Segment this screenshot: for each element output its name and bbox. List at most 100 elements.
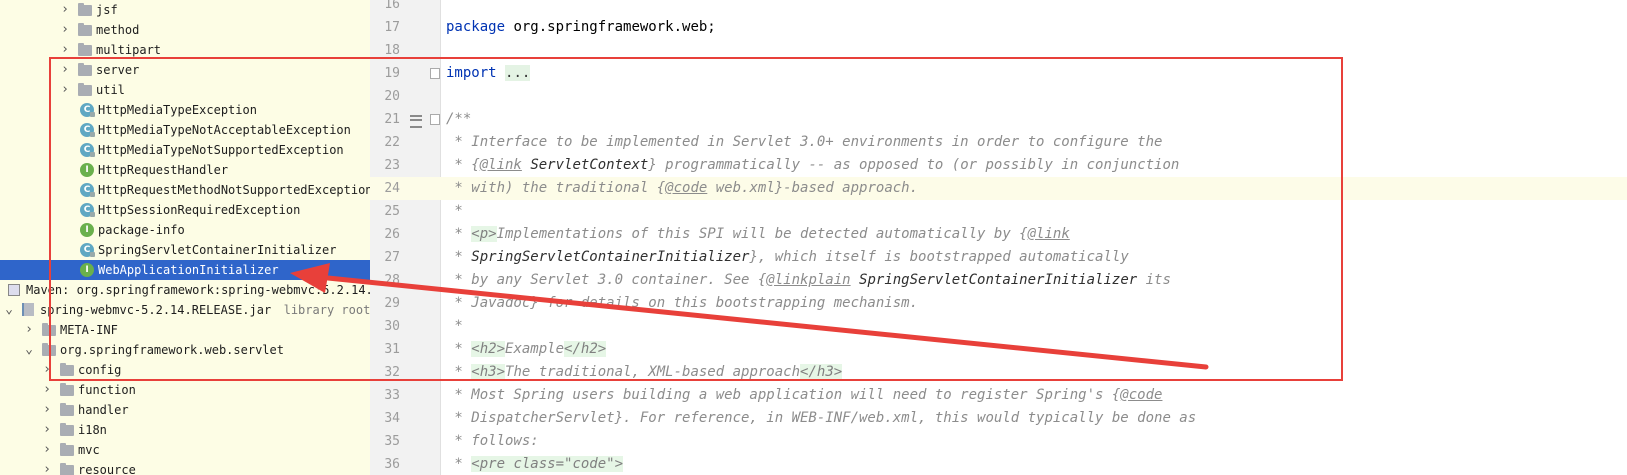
tree-item-webapplicationinitializer[interactable]: I WebApplicationInitializer [0, 260, 370, 280]
tree-item-handler[interactable]: › handler [0, 400, 370, 420]
folder-icon [42, 323, 56, 336]
chevron-down-icon[interactable]: ⌄ [24, 340, 34, 360]
code-line[interactable]: 23 * {@link ServletContext} programmatic… [370, 154, 1627, 177]
tree-item-i18n[interactable]: › i18n [0, 420, 370, 440]
chevron-right-icon[interactable]: › [42, 460, 52, 475]
tree-item-resource[interactable]: › resource [0, 460, 370, 475]
line-number: 24 [384, 181, 400, 196]
tree-item-mvc[interactable]: › mvc [0, 440, 370, 460]
chevron-right-icon[interactable]: › [42, 400, 52, 420]
code-token-comment: * [446, 226, 472, 242]
tree-item-config[interactable]: › config [0, 360, 370, 380]
code-token-comment: * follows: [446, 433, 539, 449]
chevron-down-icon[interactable]: ⌄ [4, 300, 14, 320]
code-token-comment: * Javadoc} for details on this bootstrap… [446, 295, 919, 311]
code-editor[interactable]: 16 17 package org.springframework.web; 18 19… [370, 0, 1627, 475]
folder-icon [60, 363, 74, 376]
line-number: 16 [384, 0, 400, 12]
chevron-right-icon[interactable]: › [42, 360, 52, 380]
line-number: 21 [384, 112, 400, 127]
code-line[interactable]: 18 [370, 39, 1627, 62]
code-text: * with) the traditional {@code web.xml}-… [446, 177, 918, 200]
tree-item-label: Maven: org.springframework:spring-webmvc… [26, 283, 370, 297]
jar-icon [22, 303, 34, 316]
rendered-doc-toggle-icon[interactable] [410, 115, 422, 128]
tree-item-label: jsf [96, 3, 118, 17]
code-token-tag: </h2> [564, 341, 607, 357]
code-token-plain: org.springframework.web; [505, 19, 716, 35]
code-token-comment: * [446, 456, 472, 472]
tree-item-springservletcontainerinitializer[interactable]: C SpringServletContainerInitializer [0, 240, 370, 260]
chevron-right-icon[interactable]: › [60, 40, 70, 60]
tree-item-label: HttpSessionRequiredException [98, 203, 301, 217]
code-line[interactable]: 35 * follows: [370, 430, 1627, 453]
tree-item-label: WebApplicationInitializer [98, 263, 279, 277]
code-token-fold[interactable]: ... [505, 65, 531, 81]
code-line[interactable]: 22 * Interface to be implemented in Serv… [370, 131, 1627, 154]
code-token-comment: * with) the traditional { [446, 180, 666, 196]
tree-item-httprequestmethodnotsupportedexception[interactable]: C HttpRequestMethodNotSupportedException [0, 180, 370, 200]
tree-item-maven-org-springframework-spring-webmvc-5-2-14-release[interactable]: Maven: org.springframework:spring-webmvc… [0, 280, 370, 300]
line-number: 18 [384, 43, 400, 58]
code-line[interactable]: 28 * by any Servlet 3.0 container. See {… [370, 269, 1627, 292]
code-token-comment: * by any Servlet 3.0 container. See { [446, 272, 767, 288]
code-line[interactable]: 24 * with) the traditional {@code web.xm… [370, 177, 1627, 200]
class-icon: C [80, 103, 95, 117]
tree-item-multipart[interactable]: › multipart [0, 40, 370, 60]
tree-item-label: HttpRequestHandler [98, 163, 229, 177]
chevron-right-icon[interactable]: › [42, 420, 52, 440]
tree-item-function[interactable]: › function [0, 380, 370, 400]
tree-item-label: org.springframework.web.servlet [60, 343, 284, 357]
code-line[interactable]: 30 * [370, 315, 1627, 338]
code-line[interactable]: 19 import ... [370, 62, 1627, 85]
tree-item-label: META-INF [60, 323, 118, 337]
code-line[interactable]: 36 * <pre class="code"> [370, 453, 1627, 475]
tree-item-httprequesthandler[interactable]: I HttpRequestHandler [0, 160, 370, 180]
code-line[interactable]: 31 * <h2>Example</h2> [370, 338, 1627, 361]
fold-expand-icon[interactable] [430, 68, 440, 79]
chevron-right-icon[interactable]: › [60, 60, 70, 80]
code-line[interactable]: 25 * [370, 200, 1627, 223]
code-token-ref: SpringServletContainerInitializer [471, 249, 750, 265]
class-icon: C [80, 123, 95, 137]
tree-item-method[interactable]: › method [0, 20, 370, 40]
line-number: 17 [384, 20, 400, 35]
tree-item-server[interactable]: › server [0, 60, 370, 80]
chevron-right-icon[interactable]: › [24, 320, 34, 340]
code-token-link: @code [1120, 387, 1163, 403]
code-line[interactable]: 29 * Javadoc} for details on this bootst… [370, 292, 1627, 315]
fold-collapse-icon[interactable] [430, 114, 440, 125]
tree-item-httpmediatypenotacceptableexception[interactable]: C HttpMediaTypeNotAcceptableException [0, 120, 370, 140]
line-number: 30 [384, 319, 400, 334]
code-line[interactable]: 17 package org.springframework.web; [370, 16, 1627, 39]
code-line[interactable]: 26 * <p>Implementations of this SPI will… [370, 223, 1627, 246]
chevron-right-icon[interactable]: › [60, 20, 70, 40]
code-line[interactable]: 33 * Most Spring users building a web ap… [370, 384, 1627, 407]
code-line[interactable]: 27 * SpringServletContainerInitializer},… [370, 246, 1627, 269]
tree-item-util[interactable]: › util [0, 80, 370, 100]
line-number: 31 [384, 342, 400, 357]
chevron-right-icon[interactable]: › [42, 380, 52, 400]
code-line[interactable]: 32 * <h3>The traditional, XML-based appr… [370, 361, 1627, 384]
tree-item-package-info[interactable]: Ipackage-info [0, 220, 370, 240]
tree-item-httpmediatypenotsupportedexception[interactable]: C HttpMediaTypeNotSupportedException [0, 140, 370, 160]
tree-item-org-springframework-web-servlet[interactable]: ⌄ org.springframework.web.servlet [0, 340, 370, 360]
tree-item-httpmediatypeexception[interactable]: C HttpMediaTypeException [0, 100, 370, 120]
tree-item-spring-webmvc-5-2-14-release-jar[interactable]: ⌄ spring-webmvc-5.2.14.RELEASE.jar library… [0, 300, 370, 320]
code-line[interactable]: 34 * DispatcherServlet}. For reference, … [370, 407, 1627, 430]
code-line[interactable]: 21 /** [370, 108, 1627, 131]
tree-item-label: spring-webmvc-5.2.14.RELEASE.jar [40, 303, 272, 317]
chevron-right-icon[interactable]: › [60, 80, 70, 100]
code-text: * <h3>The traditional, XML-based approac… [446, 361, 843, 384]
code-text: package org.springframework.web; [446, 16, 716, 39]
maven-library-icon [8, 284, 20, 296]
chevron-right-icon[interactable]: › [42, 440, 52, 460]
code-line[interactable]: 16 [370, 0, 1627, 16]
tree-item-meta-inf[interactable]: › META-INF [0, 320, 370, 340]
code-text: * SpringServletContainerInitializer}, wh… [446, 246, 1128, 269]
chevron-right-icon[interactable]: › [60, 0, 70, 20]
tree-item-label: config [78, 363, 122, 377]
tree-item-jsf[interactable]: › jsf [0, 0, 370, 20]
tree-item-httpsessionrequiredexception[interactable]: C HttpSessionRequiredException [0, 200, 370, 220]
code-line[interactable]: 20 [370, 85, 1627, 108]
